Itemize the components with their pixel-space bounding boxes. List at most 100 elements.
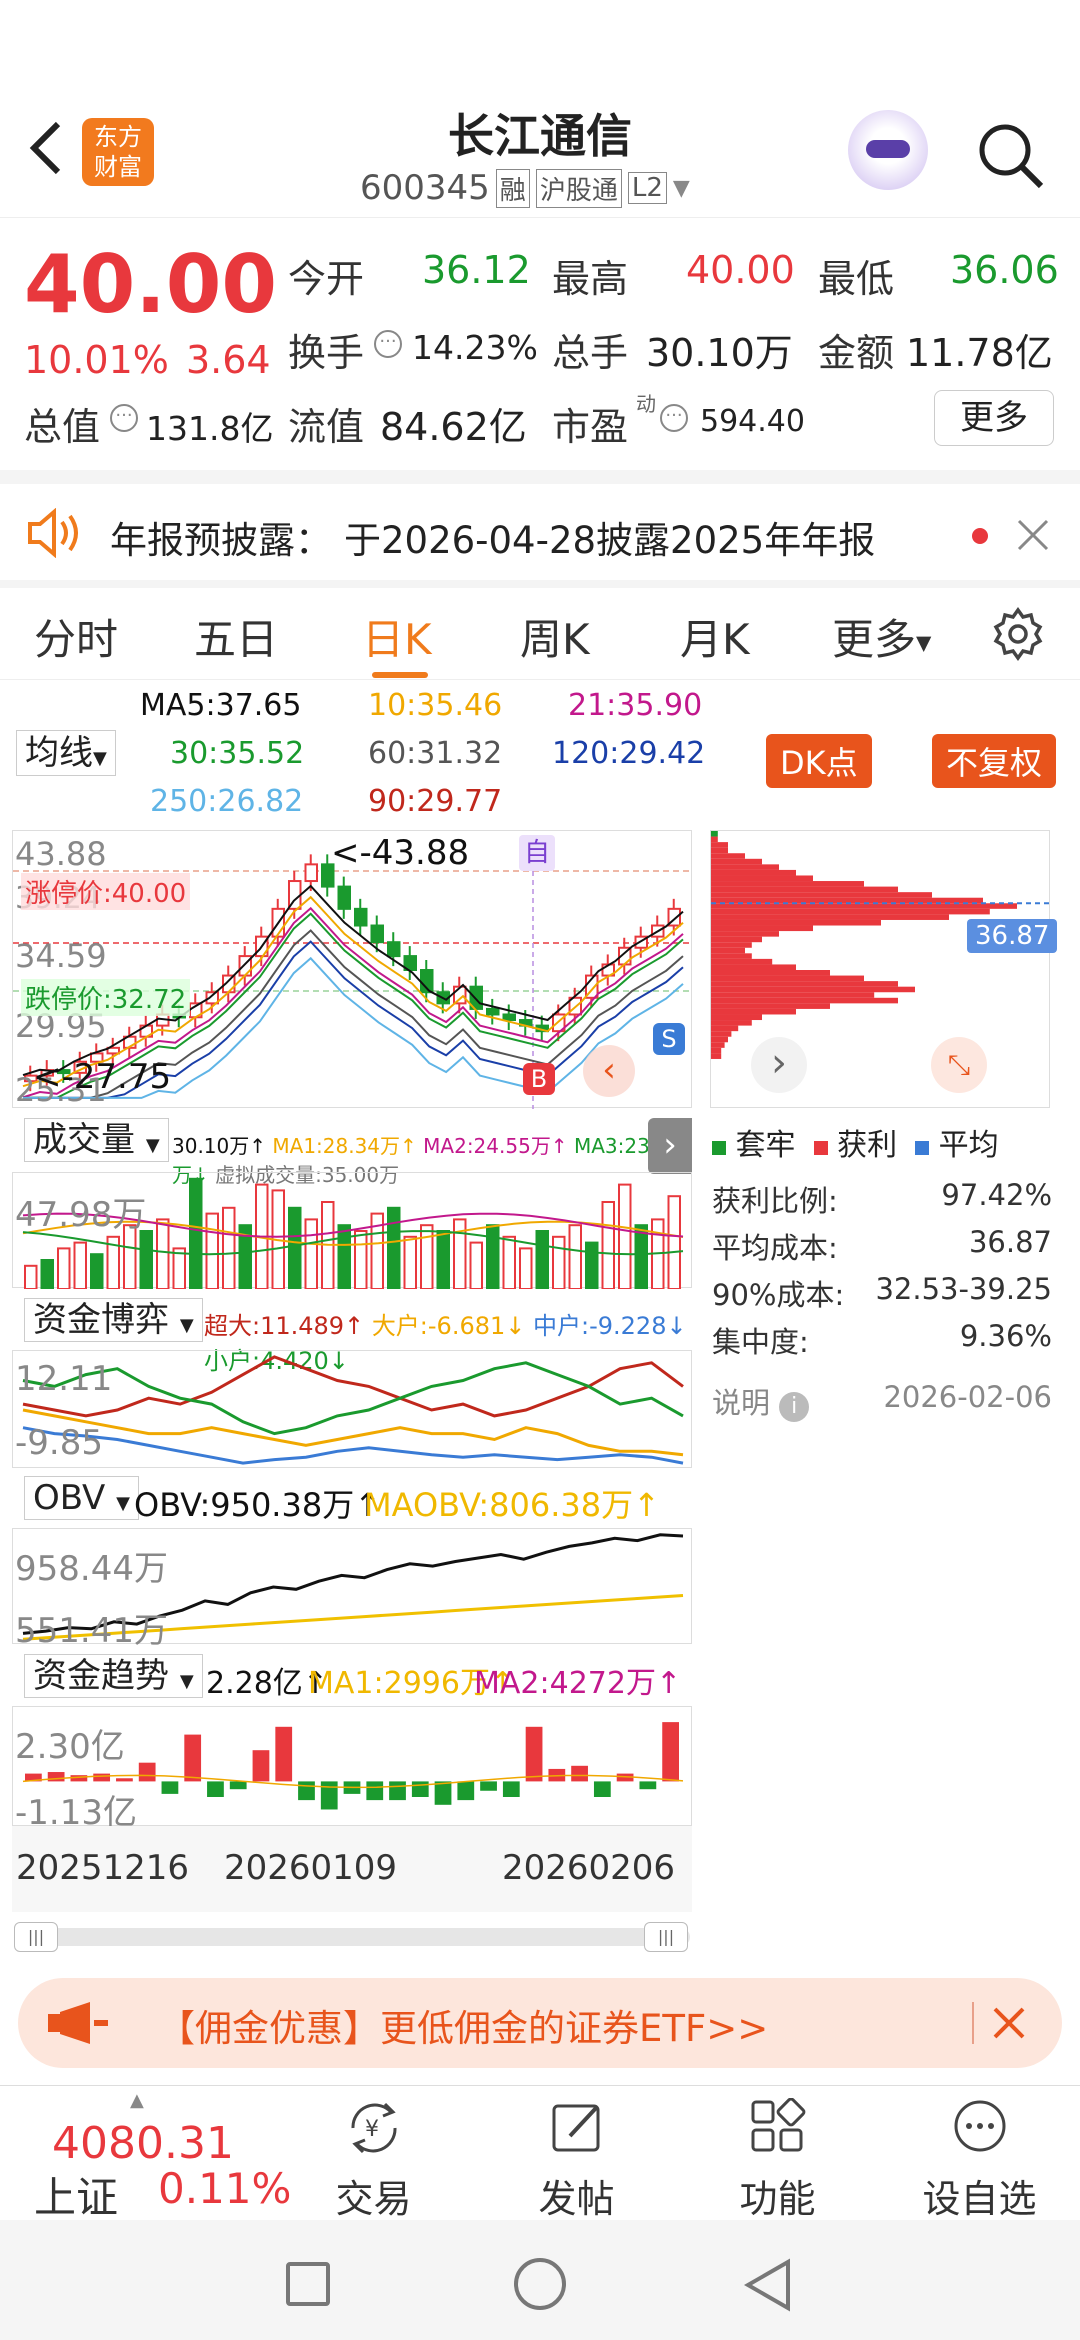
max-price-mark: <-43.88 (331, 833, 470, 873)
range-scrollbar[interactable]: ||| ||| (14, 1922, 690, 1952)
candle-body (337, 885, 351, 910)
trend-bar (457, 1781, 475, 1801)
maobv-value: MAOBV:806.38万↑ (364, 1486, 660, 1524)
volume-axis-max: 47.98万 (15, 1195, 147, 1235)
volume-header: 成交量 ▼ 30.10万↑ MA1:28.34万↑ MA2:24.55万↑ MA… (12, 1118, 692, 1187)
min-price-mark: <-27.75 (33, 1057, 172, 1097)
info-dots-icon[interactable]: ··· (374, 330, 402, 358)
turnover-label: 换手 (288, 331, 365, 375)
chevron-right-icon[interactable]: › (751, 1037, 807, 1093)
nav-trade[interactable]: ¥ 交易 (306, 2098, 441, 2223)
indicator-selector[interactable]: 均线▼ (16, 730, 116, 776)
badge-connect: 沪股通 (535, 168, 622, 208)
stock-title: 长江通信 (448, 109, 632, 163)
svg-text:¥: ¥ (365, 2117, 379, 2142)
info-dots-icon[interactable]: ··· (110, 404, 138, 432)
nav-functions-label: 功能 (739, 2177, 816, 2221)
nav-post[interactable]: 发帖 (509, 2098, 644, 2223)
stock-code-row[interactable]: 600345 融 沪股通 L2 ▼ (360, 168, 690, 208)
chip-bar (711, 981, 898, 987)
home-icon[interactable] (514, 2258, 566, 2310)
kline-chart[interactable]: 43.88 39.24 34.59 29.95 25.31 涨停价:40.00 … (12, 830, 693, 1109)
chip-bar (711, 1042, 725, 1048)
volume-bar (535, 1230, 549, 1290)
mcap-label: 总值 (24, 405, 101, 449)
stock-code: 600345 (360, 168, 490, 208)
promo-banner[interactable]: 【佣金优惠】更低佣金的证券ETF>> (18, 1978, 1062, 2068)
volume-selector[interactable]: 成交量 ▼ (24, 1118, 169, 1162)
fund-svg (22, 1355, 684, 1465)
active-tab-indicator (372, 672, 428, 678)
trend-bar (275, 1726, 293, 1782)
volume-chart[interactable]: 47.98万 (12, 1172, 692, 1291)
back-icon[interactable] (22, 118, 68, 178)
quote-panel: 40.00 10.01% 3.64 今开 36.12 最高 40.00 最低 3… (0, 220, 1080, 470)
open-value: 36.12 (422, 248, 531, 292)
volume-bar (403, 1235, 417, 1290)
tab-daily[interactable]: 日K (362, 606, 432, 667)
chip-bar (711, 958, 773, 965)
nav-add-watchlist[interactable]: 设自选 (912, 2098, 1047, 2223)
more-button[interactable]: 更多 (934, 390, 1054, 446)
high-label: 最高 (552, 257, 629, 301)
trend-chart[interactable]: 2.30亿 -1.13亿 (12, 1706, 692, 1833)
gear-icon[interactable] (990, 606, 1046, 662)
recents-icon[interactable] (286, 2262, 330, 2306)
info-dots-icon[interactable]: ··· (660, 404, 688, 432)
chip-bar (711, 1031, 732, 1037)
tab-more[interactable]: 更多▼ (832, 606, 931, 667)
trend-bar (161, 1781, 179, 1794)
chip-note-row[interactable]: 说明 i 2026-02-06 (712, 1380, 1052, 1427)
trend-bar (138, 1762, 156, 1782)
close-icon[interactable] (992, 2006, 1026, 2040)
trend-axis-top: 2.30亿 (15, 1727, 125, 1767)
stat-row: 集中度: 9.36% (712, 1319, 1052, 1359)
close-icon[interactable] (1016, 518, 1050, 552)
trend-bar (320, 1781, 338, 1810)
notice-text: 于2026-04-28披露2025年年报 (344, 519, 876, 562)
logo-text-2: 财富 (94, 153, 142, 181)
tab-weekly[interactable]: 周K (520, 606, 590, 667)
fund-selector[interactable]: 资金博弈 ▼ (24, 1298, 203, 1342)
self-select-mark: 自 (519, 835, 555, 871)
limit-down-label: 跌停价:32.72 (21, 979, 191, 1016)
back-nav-icon[interactable] (742, 2258, 796, 2312)
volume-bar (90, 1253, 104, 1290)
trend-bar (571, 1765, 588, 1782)
chip-bar (711, 847, 728, 854)
chip-bar (711, 970, 830, 976)
legend-trapped: 套牢 (712, 1120, 796, 1164)
obv-chart[interactable]: 958.44万 551.41万 (12, 1528, 692, 1651)
fmcap-value: 84.62亿 (380, 405, 527, 449)
obv-header: OBV ▼ OBV:950.38万↑ MAOBV:806.38万↑ (12, 1476, 692, 1524)
indicator-selector-label: 均线 (25, 733, 93, 773)
trend-selector[interactable]: 资金趋势 ▼ (24, 1654, 203, 1698)
stat-row: 获利比例: 97.42% (712, 1178, 1052, 1218)
volume-bar (73, 1241, 87, 1290)
obv-selector[interactable]: OBV ▼ (24, 1476, 139, 1520)
range-handle-right[interactable]: ||| (644, 1922, 688, 1952)
tab-monthly[interactable]: 月K (680, 606, 750, 667)
robot-avatar-icon[interactable] (848, 110, 928, 190)
dk-point-button[interactable]: DK点 (766, 734, 872, 788)
range-handle-left[interactable]: ||| (14, 1922, 58, 1952)
chip-bar (711, 936, 762, 943)
panel-expand-button[interactable]: › (648, 1118, 692, 1174)
caret-up-icon: ▲ (130, 2090, 144, 2111)
tab-5day[interactable]: 五日 (194, 606, 278, 667)
chip-distribution[interactable]: 36.87 › ⤡ (710, 830, 1058, 1108)
search-icon[interactable] (975, 120, 1045, 190)
nav-trade-label: 交易 (335, 2177, 412, 2221)
fund-chart[interactable]: 12.11 -9.85 (12, 1350, 692, 1468)
adjust-button[interactable]: 不复权 (932, 734, 1057, 788)
left-arrow-icon[interactable]: ‹ (583, 1045, 635, 1097)
megaphone-icon (44, 2000, 114, 2046)
expand-icon[interactable]: ⤡ (931, 1037, 987, 1093)
header: 东方 财富 长江通信 600345 融 沪股通 L2 ▼ (0, 90, 1080, 218)
tab-intraday[interactable]: 分时 (34, 606, 118, 667)
fund-axis-top: 12.11 (15, 1359, 113, 1399)
nav-functions[interactable]: 功能 (710, 2097, 845, 2223)
notice-bar[interactable]: 年报预披露： 于2026-04-28披露2025年年报 (0, 470, 1080, 570)
edit-icon (552, 2104, 599, 2152)
index-ticker[interactable]: ▲ 4080.31 上证 0.11% (22, 2090, 292, 2222)
